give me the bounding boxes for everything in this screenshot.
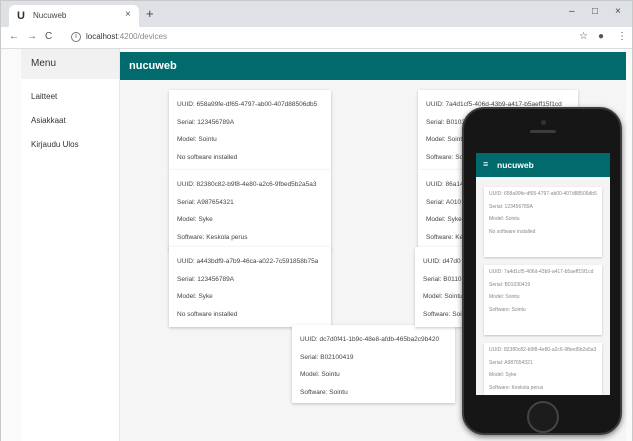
url-text: localhost:4200/devices [86, 32, 167, 41]
device-uuid: UUID: 82380c82-b9f8-4e80-a2c6-9fbed5b2a5… [489, 347, 597, 353]
site-info-icon[interactable]: i [71, 32, 81, 42]
device-software: Software: Keskola perus [489, 384, 544, 391]
device-uuid: UUID: 658a99fe-df65-4797-ab00-407d88506d… [177, 101, 318, 108]
device-card[interactable]: UUID: 82380c82-b9f8-4e80-a2c6-9fbed5b2a5… [169, 170, 331, 250]
device-serial: Serial: B02100419 [300, 353, 354, 361]
phone-speaker [530, 130, 556, 133]
address-bar: ← → C i localhost:4200/devices ☆ ● ⋮ [1, 27, 632, 49]
browser-menu-icon[interactable]: ⋮ [617, 31, 627, 42]
account-icon[interactable]: ● [598, 31, 604, 42]
hamburger-menu-icon[interactable]: ≡ [483, 159, 488, 169]
mobile-toolbar: ≡ nucuweb [476, 153, 610, 177]
device-software: No software installed [177, 153, 238, 161]
new-tab-icon[interactable]: + [146, 7, 154, 20]
forward-icon[interactable]: → [27, 31, 37, 42]
url-field[interactable]: i localhost:4200/devices [71, 30, 591, 46]
device-software: Software: Keskola perus [177, 233, 248, 241]
device-serial: Serial: 123456789A [177, 275, 235, 283]
device-model: Model: Sointu [300, 371, 340, 378]
back-icon[interactable]: ← [9, 31, 19, 42]
device-model: Model: Sointu [489, 216, 520, 222]
phone-camera-icon [541, 120, 546, 125]
reload-icon[interactable]: C [45, 31, 52, 42]
bookmark-star-icon[interactable]: ☆ [579, 31, 588, 42]
minimize-icon[interactable]: – [569, 6, 575, 17]
mobile-device-card[interactable]: UUID: 82380c82-b9f8-4e80-a2c6-9fbed5b2a5… [484, 343, 602, 395]
device-model: Model: Sointu [177, 136, 217, 143]
maximize-icon[interactable]: □ [592, 6, 598, 17]
url-host: localhost [86, 32, 118, 41]
device-serial: Serial: 123456789A [177, 118, 235, 126]
browser-tab[interactable]: U Nucuweb × [9, 5, 139, 27]
window-close-icon[interactable]: × [615, 6, 621, 17]
device-model: Model: Syke [177, 293, 213, 300]
app-toolbar: nucuweb [120, 52, 626, 80]
tab-close-icon[interactable]: × [125, 9, 131, 20]
phone-screen: ≡ nucuweb UUID: 658a99fe-df65-4797-ab00-… [476, 153, 610, 395]
device-model: Model: Sointu [489, 294, 520, 300]
site-logo-icon: U [17, 10, 25, 22]
sidenav-header: Menu [21, 49, 119, 79]
url-path: :4200/devices [117, 32, 167, 41]
device-card[interactable]: UUID: 658a99fe-df65-4797-ab00-407d88506d… [169, 90, 331, 170]
device-model: Model: Syke [489, 372, 517, 378]
device-uuid: UUID: 7a4d1cf5-406d-43b9-a417-b5aeff15f1… [489, 269, 594, 275]
device-software: No software installed [177, 310, 238, 318]
device-software: Software: Sointu [489, 306, 526, 313]
tab-title: Nucuweb [33, 11, 67, 20]
mobile-device-card[interactable]: UUID: 658a99fe-df65-4797-ab00-407d88506d… [484, 187, 602, 257]
phone-mockup: ≡ nucuweb UUID: 658a99fe-df65-4797-ab00-… [462, 107, 622, 435]
device-serial: Serial: A987654321 [177, 198, 234, 206]
device-software: No software installed [489, 228, 536, 235]
sidenav-item-laitteet[interactable]: Laitteet [21, 85, 119, 109]
app-title: nucuweb [129, 60, 177, 72]
mobile-app-title: nucuweb [497, 160, 534, 170]
device-card[interactable]: UUID: dc7d0f41-1b9c-48e8-afdb-465ba2c9b4… [292, 325, 455, 403]
sidenav-item-logout[interactable]: Kirjaudu Ulos [21, 133, 119, 157]
device-serial: Serial: 123456789A [489, 203, 533, 210]
device-uuid: UUID: 82380c82-b9f8-4e80-a2c6-9fbed5b2a5… [177, 181, 317, 188]
browser-window: U Nucuweb × + – □ × ← → C i localhost:42… [0, 0, 633, 441]
sidenav: Menu Laitteet Asiakkaat Kirjaudu Ulos [21, 49, 120, 441]
device-serial: Serial: B01030419 [489, 281, 531, 288]
device-uuid: UUID: a443bdf9-a7b9-46ca-a022-7c591858b7… [177, 258, 319, 265]
phone-home-button [527, 401, 559, 433]
tab-bar: U Nucuweb × + – □ × [1, 1, 632, 27]
mobile-device-card[interactable]: UUID: 7a4d1cf5-406d-43b9-a417-b5aeff15f1… [484, 265, 602, 335]
device-card[interactable]: UUID: a443bdf9-a7b9-46ca-a022-7c591858b7… [169, 247, 331, 327]
sidenav-item-asiakkaat[interactable]: Asiakkaat [21, 109, 119, 133]
device-serial: Serial: A987654321 [489, 359, 533, 366]
device-software: Software: Sointu [300, 388, 348, 396]
device-uuid: UUID: 658a99fe-df65-4797-ab00-407d88506d… [489, 191, 597, 197]
device-uuid: UUID: dc7d0f41-1b9c-48e8-afdb-465ba2c9b4… [300, 336, 440, 343]
device-model: Model: Syke [177, 216, 213, 223]
